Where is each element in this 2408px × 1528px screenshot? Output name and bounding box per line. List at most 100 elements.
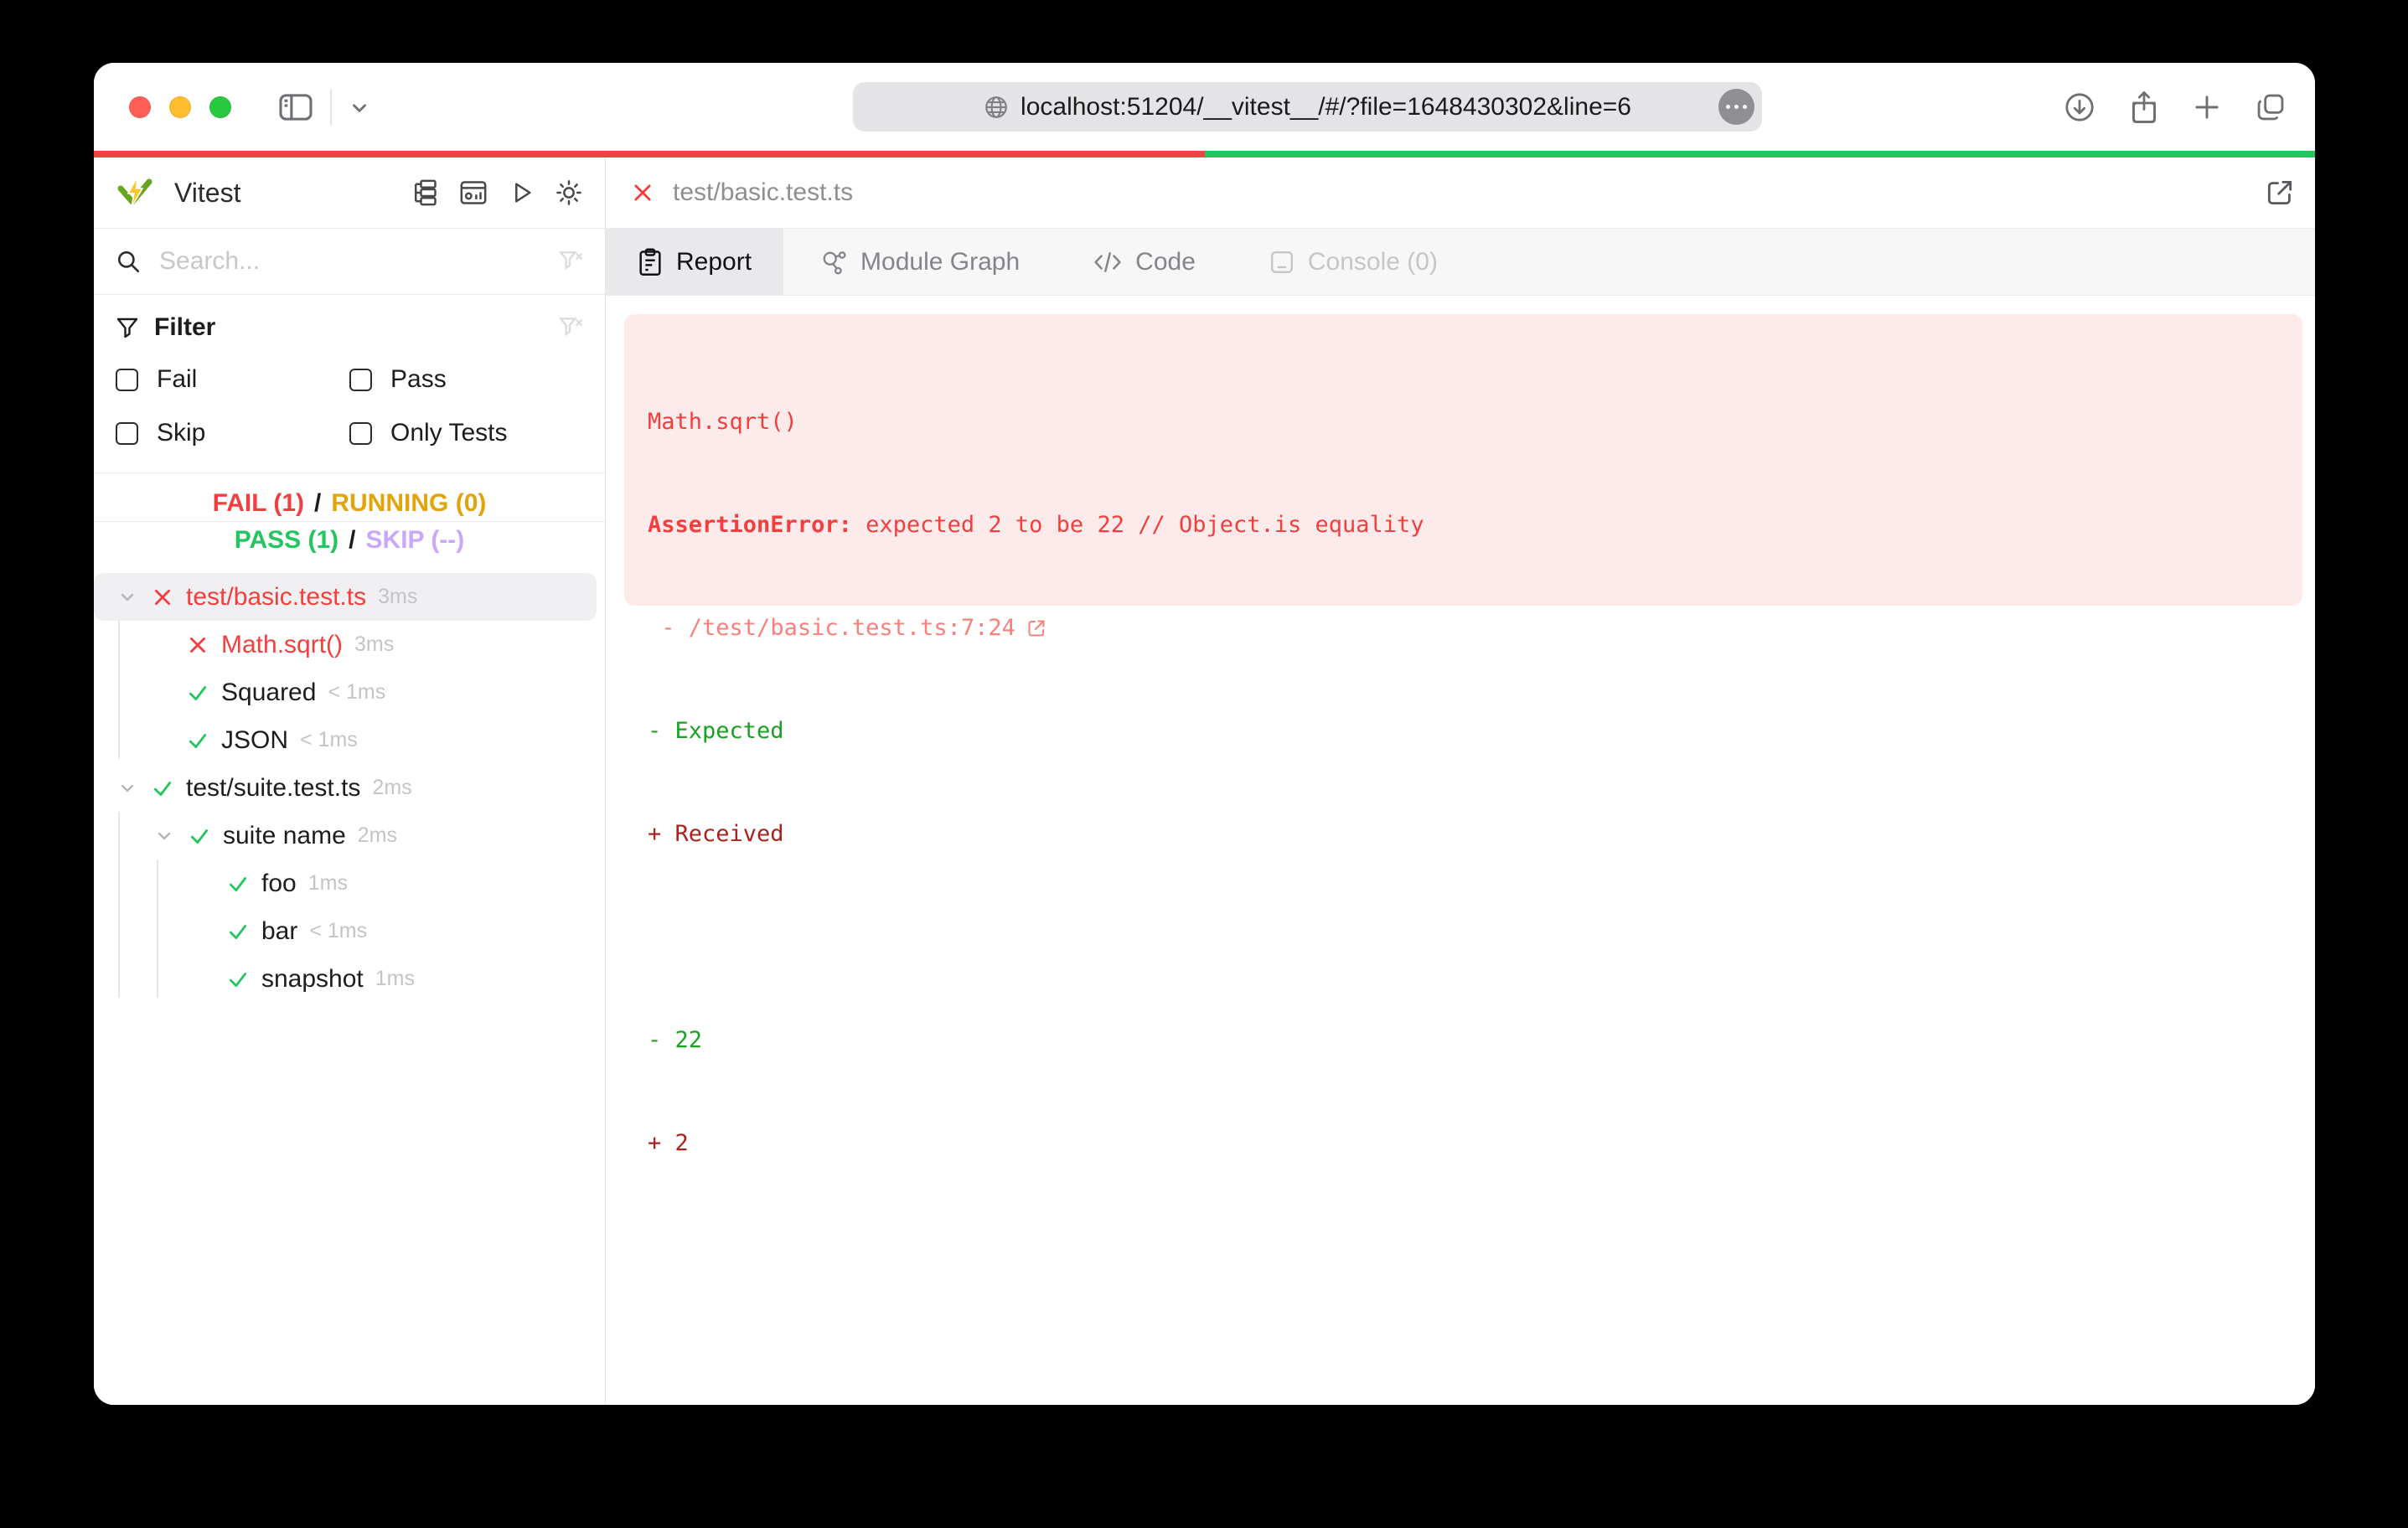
zoom-window-button[interactable] [209,96,231,118]
toolbar-actions [2064,63,2287,151]
filter-section: Filter Fail Pass Skip Only Tests [94,295,605,473]
test-label: Squared [221,678,317,706]
new-tab-icon[interactable] [2193,93,2221,121]
diff-expected-value: - 22 [648,1027,703,1053]
only-tests-checkbox-label: Only Tests [390,419,508,447]
test-duration: 3ms [378,585,418,608]
theme-toggle-icon[interactable] [555,178,583,207]
report-content: Math.sqrt() AssertionError: expected 2 t… [606,296,2315,1405]
filter-icon [116,316,139,339]
chevron-down-icon[interactable] [116,778,139,798]
test-duration: 2ms [372,776,412,799]
view-tabs: Report Module Graph Code Console (0) [606,229,2315,296]
test-duration: 1ms [375,967,415,990]
pass-count: PASS (1) [234,526,339,554]
sidebar: Vitest Search... Filter Fail Pass Skip O… [94,157,606,1405]
test-duration: < 1ms [300,728,358,751]
chevron-down-icon[interactable] [152,826,176,846]
tree-row-bar[interactable]: bar < 1ms [94,907,605,955]
error-name: AssertionError: [648,512,852,538]
pass-check-icon [226,921,250,942]
assertion-error-line: AssertionError: expected 2 to be 22 // O… [648,508,2279,542]
skip-checkbox-box[interactable] [116,421,138,445]
clear-search-filter-icon[interactable] [558,249,583,274]
close-window-button[interactable] [129,96,151,118]
downloads-icon[interactable] [2064,91,2095,123]
tab-module-graph[interactable]: Module Graph [783,229,1057,295]
share-icon[interactable] [2129,90,2159,124]
clear-filter-icon[interactable] [558,315,583,340]
dashboard-icon[interactable] [459,178,488,207]
run-all-icon[interactable] [508,179,535,206]
test-label: JSON [221,725,289,754]
page-settings-button[interactable] [1718,89,1754,125]
search-row [94,229,605,295]
filter-title: Filter [154,313,216,341]
test-label: bar [261,916,298,945]
tab-code-label: Code [1135,247,1196,276]
tree-row-suite-name[interactable]: suite name 2ms [94,812,605,860]
open-in-editor-icon[interactable] [2264,177,2296,209]
checkbox-pass[interactable]: Pass [349,365,583,394]
error-message: expected 2 to be 22 // Object.is equalit… [851,512,1424,538]
app-title: Vitest [174,177,241,208]
checkbox-skip[interactable]: Skip [116,419,349,447]
error-location-line[interactable]: - /test/basic.test.ts:7:24 [648,611,2279,645]
pass-checkbox-box[interactable] [349,368,372,391]
checkbox-only-tests[interactable]: Only Tests [349,419,583,447]
pass-check-icon [226,968,250,990]
collapse-tree-icon[interactable] [411,178,439,207]
test-label: Math.sqrt() [221,630,344,658]
fail-x-icon [151,586,174,608]
test-duration: 2ms [357,823,397,847]
failed-test-title: Math.sqrt() [648,409,798,435]
pass-check-icon [188,825,211,847]
tree-row-snapshot[interactable]: snapshot 1ms [94,955,605,1003]
tree-row-math-sqrt[interactable]: Math.sqrt() 3ms [94,621,605,668]
main-panel: test/basic.test.ts Report Module Graph C… [606,157,2315,1405]
console-icon [1269,250,1294,275]
tab-code[interactable]: Code [1057,229,1232,295]
fail-x-icon [186,634,209,656]
fail-count: FAIL (1) [212,489,305,517]
tree-row-foo[interactable]: foo 1ms [94,860,605,907]
tree-row-basic-test-file[interactable]: test/basic.test.ts 3ms [94,573,597,621]
module-graph-icon [820,249,847,276]
tree-row-squared[interactable]: Squared < 1ms [94,668,605,716]
minimize-window-button[interactable] [169,96,191,118]
fail-checkbox-box[interactable] [116,368,138,391]
diff-received-value: + 2 [648,1130,689,1156]
tab-console[interactable]: Console (0) [1232,229,1475,295]
test-summary: FAIL (1) / RUNNING (0) PASS (1) / SKIP (… [94,473,605,568]
browser-toolbar: localhost:51204/__vitest__/#/?file=16484… [94,63,2315,151]
test-tree: test/basic.test.ts 3ms Math.sqrt() 3ms S… [94,568,605,1003]
chevron-down-icon[interactable] [349,96,370,118]
test-label: suite name [223,821,346,849]
progress-pass-segment [1204,151,2315,157]
code-icon [1093,250,1122,275]
open-in-editor-icon [1028,620,1045,636]
sidebar-toggle-icon[interactable] [278,92,313,122]
toolbar-divider [330,89,332,125]
test-duration: < 1ms [309,919,368,942]
tab-report[interactable]: Report [606,229,784,295]
assertion-error-panel: Math.sqrt() AssertionError: expected 2 t… [624,314,2302,1156]
tab-report-label: Report [676,247,752,276]
test-label: test/basic.test.ts [186,582,367,611]
address-bar[interactable]: localhost:51204/__vitest__/#/?file=16484… [853,82,1762,132]
tab-overview-icon[interactable] [2255,91,2287,123]
only-tests-checkbox-box[interactable] [349,421,372,445]
diff-expected-label: - Expected [648,718,784,744]
url-text: localhost:51204/__vitest__/#/?file=16484… [1021,92,1631,121]
fail-x-icon [631,181,654,204]
test-label: foo [261,869,297,897]
error-location-link[interactable]: /test/basic.test.ts:7:24 [689,615,1015,641]
tree-row-suite-test-file[interactable]: test/suite.test.ts 2ms [94,764,605,812]
checkbox-fail[interactable]: Fail [116,365,349,394]
report-icon [638,247,663,276]
chevron-down-icon[interactable] [116,587,139,607]
pass-check-icon [226,873,250,895]
diff-blank-line [648,920,2279,954]
tree-row-json[interactable]: JSON < 1ms [94,716,605,764]
search-input[interactable] [158,246,558,276]
